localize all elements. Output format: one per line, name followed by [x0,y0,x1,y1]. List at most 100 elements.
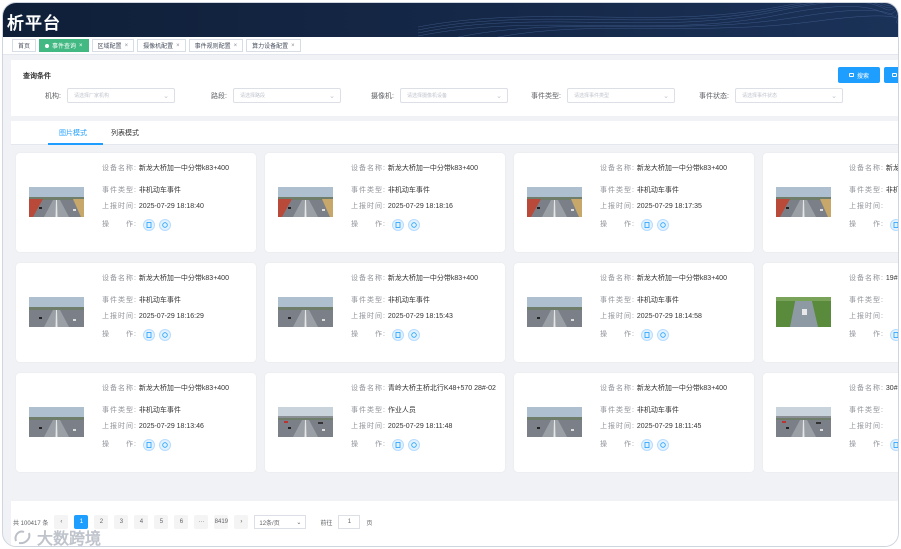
event-thumbnail[interactable] [278,297,333,327]
event-snapshot-image[interactable] [278,407,333,437]
event-snapshot-image[interactable] [278,187,333,217]
page-number-button[interactable]: 6 [174,515,189,529]
event-thumbnail[interactable] [527,297,582,327]
tab-list-mode[interactable]: 列表模式 [111,128,139,138]
play-video-button[interactable] [407,219,420,231]
view-detail-button[interactable] [889,439,898,451]
view-detail-button[interactable] [142,329,155,341]
play-video-button[interactable] [158,219,171,231]
view-detail-button[interactable] [640,329,653,341]
page-number-button[interactable]: 5 [154,515,169,529]
event-thumbnail[interactable] [776,187,831,217]
filter-select[interactable]: 请选择路段 ⌄ [232,88,341,103]
event-snapshot-image[interactable] [527,187,582,217]
page-number-button[interactable]: 3 [114,515,129,529]
event-card[interactable]: 设备名称: 新龙大桥加一中分带k83+400事件类型: 非机动车事件上报时间: … [265,263,505,362]
close-icon[interactable]: × [291,43,295,49]
filter-select[interactable]: 请选择事件状态 ⌄ [734,88,843,103]
operations-label: 操 作: [351,441,386,448]
event-card[interactable]: 设备名称: 新龙大桥加一中分带k83+400事件类型: 非机动车事件上报时间: … [514,153,754,252]
filter-select[interactable]: 请选择摄像机设备 ⌄ [399,88,508,103]
event-info: 设备名称: 新龙大桥加一中分带k83+400事件类型: 非机动车事件上报时间: … [102,164,254,232]
filter-placeholder: 请选择摄像机设备 [406,93,447,99]
play-video-button[interactable] [656,329,669,341]
event-card[interactable]: 设备名称: 新龙大桥加一中分带k83+400事件类型: 非机动车事件上报时间: … [16,373,256,472]
document-icon [146,332,152,338]
event-thumbnail[interactable] [527,187,582,217]
event-snapshot-image[interactable] [29,407,84,437]
event-card[interactable]: 设备名称: 新龙大桥加一中分带k83+400事件类型: 非机动车事件上报时间: … [514,263,754,362]
play-video-button[interactable] [158,329,171,341]
filter-select[interactable]: 请选择厂家机构 ⌄ [66,88,175,103]
play-video-button[interactable] [407,329,420,341]
event-card[interactable]: 设备名称: 30#-02事件类型: 上报时间: 操 作: [763,373,898,472]
goto-page-input[interactable]: 1 [338,515,361,529]
operations-line: 操 作: [102,328,254,342]
play-video-button[interactable] [656,439,669,451]
play-video-button[interactable] [158,439,171,451]
event-snapshot-image[interactable] [278,297,333,327]
tab-home[interactable]: 首页 [12,39,37,52]
event-snapshot-image[interactable] [527,297,582,327]
tab-page-1[interactable]: 事件查询 × [39,39,89,52]
view-detail-button[interactable] [889,329,898,341]
event-card[interactable]: 设备名称: 新龙大桥加一中分带k83+400事件类型: 非机动车事件上报时间: … [16,153,256,252]
page-number-button[interactable]: 8419 [214,515,229,529]
search-button[interactable]: 搜索 [838,67,880,83]
device-name-label: 设备名称: [102,385,137,392]
play-circle-icon [660,442,666,448]
event-thumbnail[interactable] [29,407,84,437]
close-icon[interactable]: × [176,43,180,49]
view-detail-button[interactable] [640,219,653,231]
page-number-button[interactable]: 4 [134,515,149,529]
event-thumbnail[interactable] [776,297,831,327]
event-snapshot-image[interactable] [29,187,84,217]
event-info: 设备名称: 新龙大桥加一中分带k83+400事件类型: 非机动车事件上报时间: … [600,274,752,342]
close-icon[interactable]: × [234,43,238,49]
event-snapshot-image[interactable] [776,297,831,327]
event-card[interactable]: 设备名称: 19#-01事件类型: 上报时间: 操 作: [763,263,898,362]
view-detail-button[interactable] [391,439,404,451]
event-snapshot-image[interactable] [776,187,831,217]
event-snapshot-image[interactable] [776,407,831,437]
page-size-select[interactable]: 12条/页 ⌄ [254,515,307,529]
view-detail-button[interactable] [142,219,155,231]
play-video-button[interactable] [656,219,669,231]
event-thumbnail[interactable] [278,407,333,437]
next-page-button[interactable]: › [234,515,249,529]
device-name-value: 新龙大桥加一中分带k83+400 [138,275,229,282]
event-card[interactable]: 设备名称: 新龙大桥加一中分带k83+400事件类型: 非机动车事件上报时间: … [514,373,754,472]
view-detail-button[interactable] [889,219,898,231]
event-card[interactable]: 设备名称: 青岭大桥主桥北行K48+570 28#-02 事件类型: 作业人员 上报… [265,373,505,472]
event-thumbnail[interactable] [776,407,831,437]
more-pages-button[interactable]: ··· [194,515,209,529]
tab-page-2[interactable]: 区域配置 × [91,39,135,52]
event-thumbnail[interactable] [29,187,84,217]
filter-select[interactable]: 请选择事件类型 ⌄ [566,88,675,103]
tab-image-mode[interactable]: 图片模式 [59,128,87,138]
event-snapshot-image[interactable] [29,297,84,327]
close-icon[interactable]: × [125,43,129,49]
document-icon [395,442,401,448]
tab-page-5[interactable]: 算力设备配置 × [246,39,301,52]
chevron-down-icon: ⌄ [831,92,837,100]
view-detail-button[interactable] [640,439,653,451]
event-snapshot-image[interactable] [527,407,582,437]
reset-button[interactable] [884,67,898,83]
event-card[interactable]: 设备名称: 新龙大桥加一中分带k83+400事件类型: 非机动车事件上报时间: … [265,153,505,252]
view-detail-button[interactable] [391,219,404,231]
report-time-value: 2025-07-29 18:17:35 [636,203,702,210]
event-card[interactable]: 设备名称: 新龙大桥加一中分带k83+400事件类型: 非机动车事件上报时间: … [763,153,898,252]
event-thumbnail[interactable] [29,297,84,327]
chevron-down-icon: ⌄ [163,92,169,100]
close-icon[interactable]: × [79,43,83,49]
view-detail-button[interactable] [391,329,404,341]
event-card[interactable]: 设备名称: 新龙大桥加一中分带k83+400事件类型: 非机动车事件上报时间: … [16,263,256,362]
view-detail-button[interactable] [142,439,155,451]
operations-label: 操 作: [351,331,386,338]
tab-page-3[interactable]: 摄像机配置 × [137,39,186,52]
event-thumbnail[interactable] [527,407,582,437]
tab-page-4[interactable]: 事件规则配置 × [188,39,244,52]
event-thumbnail[interactable] [278,187,333,217]
play-video-button[interactable] [407,439,420,451]
